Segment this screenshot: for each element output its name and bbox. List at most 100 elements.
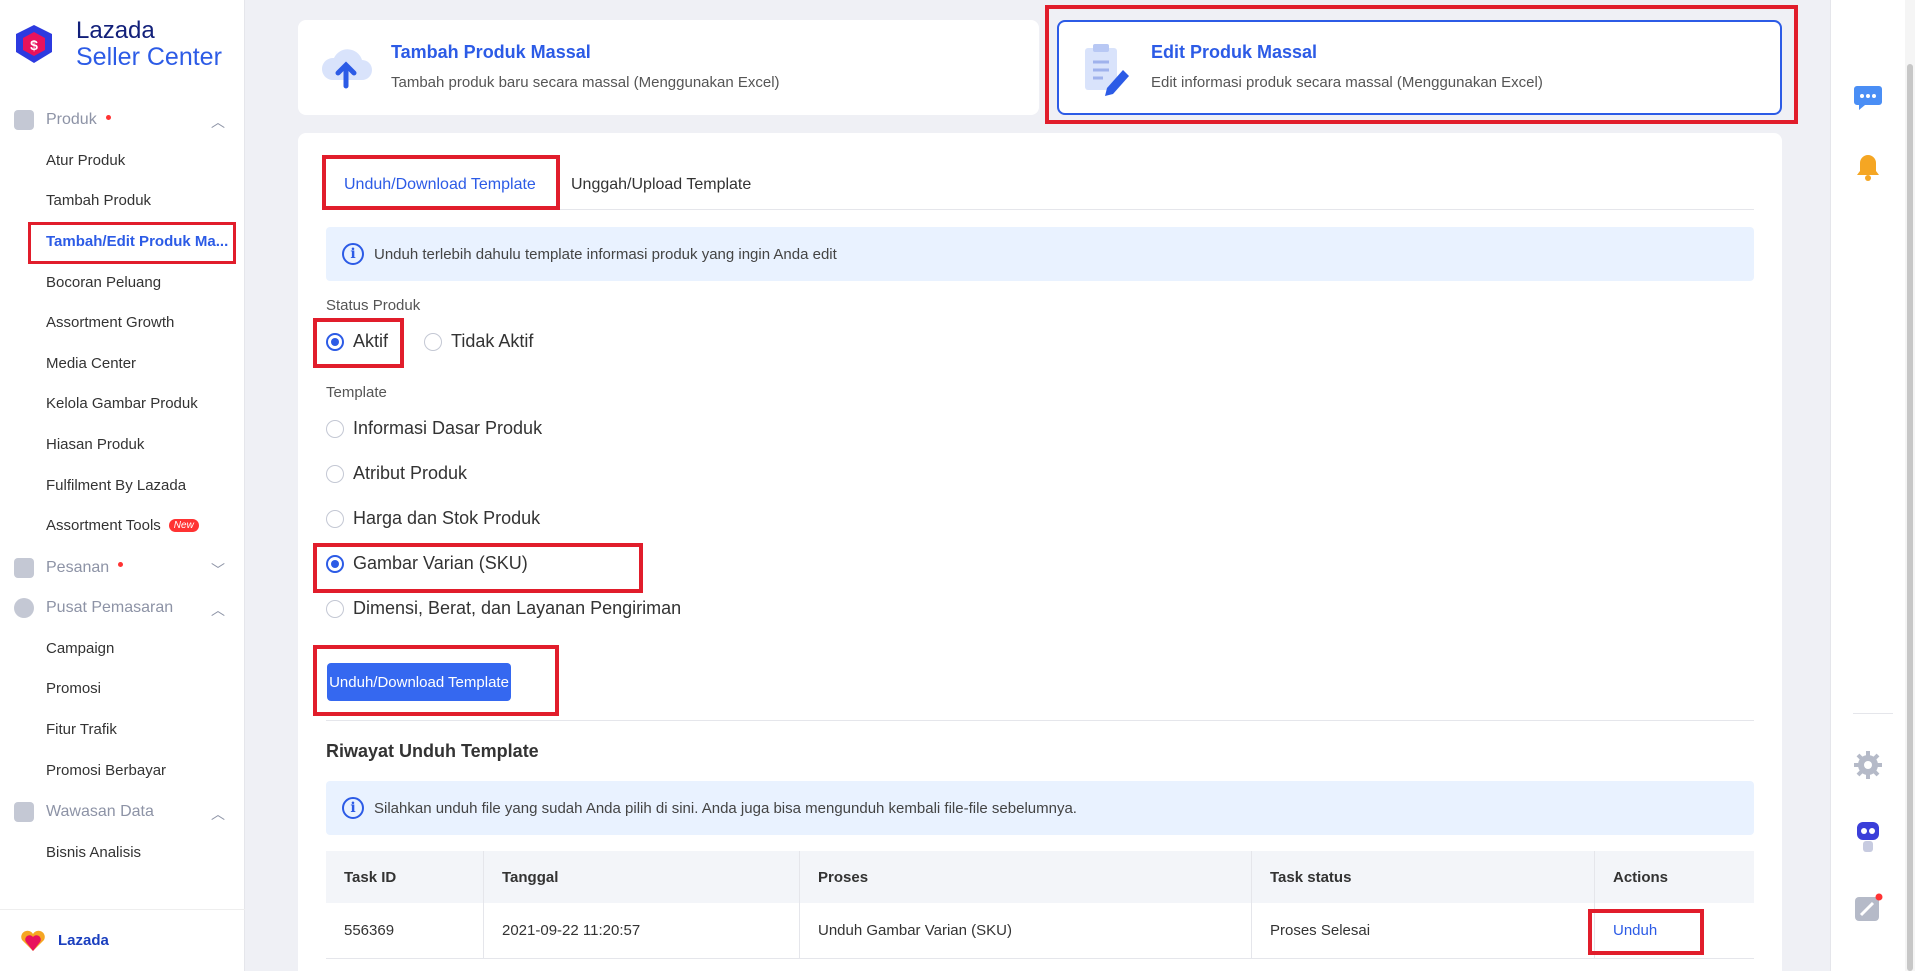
sidebar-item-assortment-growth[interactable]: Assortment Growth bbox=[0, 302, 245, 343]
sidebar-item-promosi[interactable]: Promosi bbox=[0, 669, 245, 710]
radio-template-atribut[interactable]: Atribut Produk bbox=[326, 463, 467, 484]
chevron-up-icon: ︿ bbox=[211, 601, 225, 618]
sidebar-group-wawasan-data[interactable]: Wawasan Data ︿ bbox=[0, 796, 245, 828]
logo-line1: Lazada bbox=[76, 17, 155, 44]
radio-template-dimensi-berat[interactable]: Dimensi, Berat, dan Layanan Pengiriman bbox=[326, 598, 681, 619]
highlight-box-download-button bbox=[313, 645, 559, 716]
status-produk-label: Status Produk bbox=[326, 297, 421, 314]
highlight-box-download-tab bbox=[322, 155, 560, 210]
sidebar-group-pesanan[interactable]: Pesanan ﹀ bbox=[0, 552, 245, 584]
marketing-icon bbox=[14, 597, 34, 618]
sidebar-nav: Produk ︿ Atur Produk Tambah Produk Tamba… bbox=[0, 104, 245, 873]
radio-label: Dimensi, Berat, dan Layanan Pengiriman bbox=[353, 598, 682, 618]
logo-line2: Seller Center bbox=[76, 43, 222, 71]
sidebar-item-hiasan-produk[interactable]: Hiasan Produk bbox=[0, 424, 245, 465]
sidebar-item-assortment-tools[interactable]: Assortment Tools New bbox=[0, 505, 245, 546]
radio-unchecked-icon bbox=[424, 332, 442, 351]
card-tambah-produk-massal[interactable]: Tambah Produk Massal Tambah produk baru … bbox=[298, 20, 1039, 115]
sidebar-item-media-center[interactable]: Media Center bbox=[0, 343, 245, 384]
sidebar-group-label: Pesanan bbox=[46, 558, 110, 576]
radio-unchecked-icon bbox=[326, 509, 344, 528]
radio-unchecked-icon bbox=[326, 419, 344, 438]
chevron-up-icon: ︿ bbox=[211, 806, 225, 823]
info-icon: i bbox=[342, 243, 364, 265]
sidebar-group-label: Pusat Pemasaran bbox=[46, 598, 174, 616]
svg-text:$: $ bbox=[30, 37, 38, 53]
notification-dot bbox=[118, 562, 124, 568]
radio-unchecked-icon bbox=[326, 464, 344, 483]
sidebar-item-tambah-produk[interactable]: Tambah Produk bbox=[0, 181, 245, 222]
scrollbar-thumb[interactable] bbox=[1907, 64, 1913, 971]
sidebar-item-bocoran-peluang[interactable]: Bocoran Peluang bbox=[0, 262, 245, 303]
highlight-box-edit-card bbox=[1045, 5, 1798, 124]
column-header-task-id: Task ID bbox=[326, 851, 484, 903]
sidebar-group-pusat-pemasaran[interactable]: Pusat Pemasaran ︿ bbox=[0, 592, 245, 624]
gear-icon[interactable] bbox=[1853, 750, 1883, 780]
order-icon bbox=[14, 557, 34, 578]
table-header: Task ID Tanggal Proses Task status Actio… bbox=[326, 851, 1754, 903]
cloud-upload-icon bbox=[321, 49, 372, 89]
cell-tanggal: 2021-09-22 11:20:57 bbox=[484, 903, 800, 958]
sidebar-item-fitur-trafik[interactable]: Fitur Trafik bbox=[0, 709, 245, 750]
sidebar-item-label: Assortment Tools bbox=[46, 517, 161, 535]
column-header-task-status: Task status bbox=[1252, 851, 1595, 903]
cell-proses: Unduh Gambar Varian (SKU) bbox=[800, 903, 1252, 958]
radio-status-tidak-aktif[interactable]: Tidak Aktif bbox=[424, 331, 533, 352]
sidebar-group-produk[interactable]: Produk ︿ bbox=[0, 104, 245, 136]
lazada-logo-icon: $ bbox=[16, 25, 52, 63]
column-header-actions: Actions bbox=[1613, 868, 1669, 886]
sidebar-item-kelola-gambar-produk[interactable]: Kelola Gambar Produk bbox=[0, 384, 245, 425]
footer-brand: Lazada bbox=[58, 932, 109, 949]
seller-center-logo[interactable]: $ Lazada Seller Center bbox=[12, 18, 222, 70]
card-subtitle: Tambah produk baru secara massal (Menggu… bbox=[391, 74, 780, 91]
cell-task-id: 556369 bbox=[326, 903, 484, 958]
data-insight-icon bbox=[14, 802, 34, 823]
highlight-box-active-nav bbox=[28, 222, 236, 264]
notification-dot bbox=[105, 114, 111, 120]
lazada-heart-icon bbox=[21, 930, 45, 951]
rail-divider bbox=[1853, 713, 1893, 714]
highlight-box-gambar-varian bbox=[313, 543, 643, 593]
highlight-box-aktif bbox=[313, 318, 404, 368]
column-header-tanggal: Tanggal bbox=[484, 851, 800, 903]
sidebar-item-campaign[interactable]: Campaign bbox=[0, 628, 245, 669]
highlight-box-unduh-link bbox=[1588, 909, 1704, 955]
info-icon: i bbox=[342, 797, 364, 819]
info-text: Unduh terlebih dahulu template informasi… bbox=[374, 245, 837, 263]
chevron-down-icon: ﹀ bbox=[211, 561, 225, 578]
info-text: Silahkan unduh file yang sudah Anda pili… bbox=[374, 799, 1077, 817]
right-rail bbox=[1830, 0, 1915, 971]
sidebar-item-bisnis-analisis[interactable]: Bisnis Analisis bbox=[0, 832, 245, 873]
sidebar-group-label: Wawasan Data bbox=[46, 803, 154, 821]
radio-template-harga-stok[interactable]: Harga dan Stok Produk bbox=[326, 508, 540, 529]
feedback-edit-icon[interactable] bbox=[1853, 893, 1883, 923]
cell-task-status: Proses Selesai bbox=[1252, 903, 1595, 958]
robot-assistant-icon[interactable] bbox=[1853, 818, 1883, 854]
product-icon bbox=[14, 110, 34, 130]
sidebar-item-fulfilment-by-lazada[interactable]: Fulfilment By Lazada bbox=[0, 465, 245, 506]
info-banner-history: i Silahkan unduh file yang sudah Anda pi… bbox=[326, 781, 1754, 835]
new-badge: New bbox=[168, 519, 199, 533]
bell-icon[interactable] bbox=[1853, 152, 1883, 182]
column-header-proses: Proses bbox=[800, 851, 1252, 903]
sidebar-item-promosi-berbayar[interactable]: Promosi Berbayar bbox=[0, 750, 245, 791]
radio-unchecked-icon bbox=[326, 599, 344, 618]
section-divider bbox=[326, 720, 1754, 721]
radio-label: Tidak Aktif bbox=[451, 331, 534, 351]
sidebar-footer: Lazada bbox=[0, 909, 245, 971]
history-title: Riwayat Unduh Template bbox=[326, 741, 539, 761]
history-table: Task ID Tanggal Proses Task status Actio… bbox=[326, 851, 1754, 959]
radio-label: Informasi Dasar Produk bbox=[353, 418, 543, 438]
radio-label: Harga dan Stok Produk bbox=[353, 508, 541, 528]
template-label: Template bbox=[326, 384, 387, 401]
chat-icon[interactable] bbox=[1853, 82, 1883, 112]
info-banner-top: i Unduh terlebih dahulu template informa… bbox=[326, 227, 1754, 281]
radio-label: Atribut Produk bbox=[353, 463, 468, 483]
card-title: Tambah Produk Massal bbox=[391, 42, 591, 62]
sidebar: $ Lazada Seller Center Produk ︿ Atur Pro… bbox=[0, 0, 245, 971]
sidebar-item-atur-produk[interactable]: Atur Produk bbox=[0, 140, 245, 181]
sidebar-group-label: Produk bbox=[46, 111, 97, 128]
tab-upload-template[interactable]: Unggah/Upload Template bbox=[571, 176, 751, 194]
radio-template-informasi-dasar[interactable]: Informasi Dasar Produk bbox=[326, 418, 542, 439]
chevron-up-icon: ︿ bbox=[211, 114, 225, 130]
